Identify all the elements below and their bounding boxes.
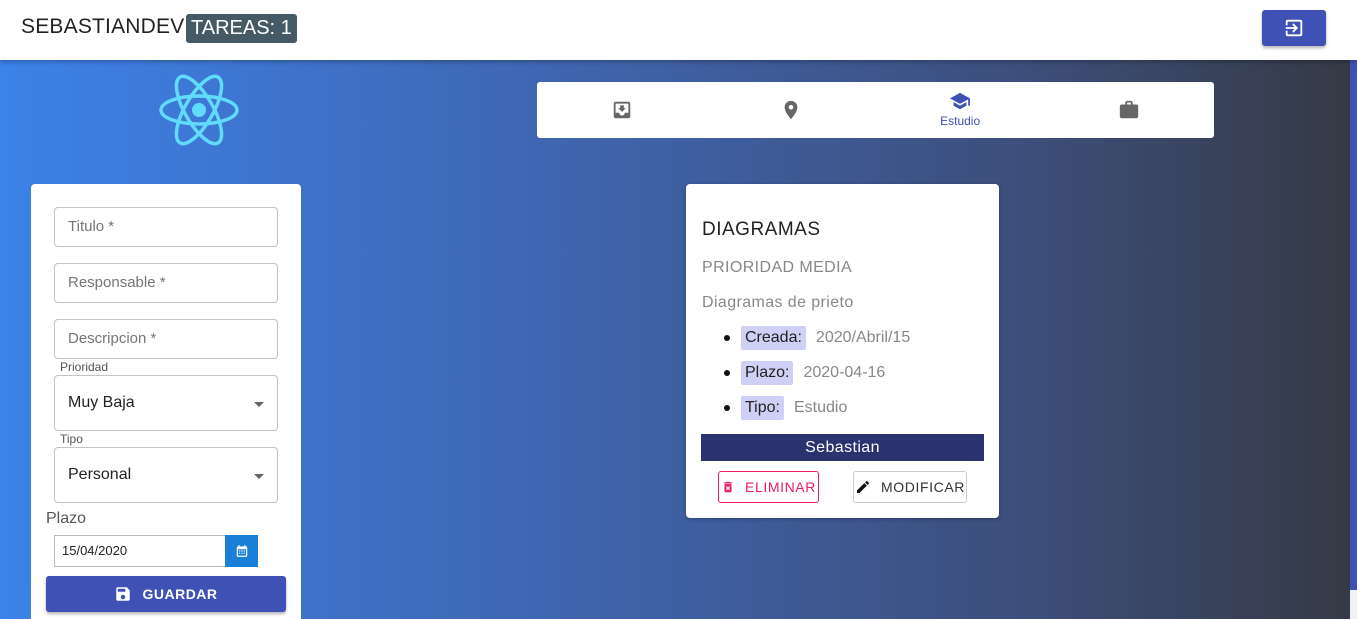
dropdown-arrow-icon (254, 402, 264, 407)
delete-icon (723, 481, 733, 493)
list-item: Tipo: Estudio (724, 396, 847, 420)
pencil-icon (857, 480, 870, 493)
react-logo-icon (159, 74, 239, 146)
priority-select[interactable]: Muy Baja (54, 375, 278, 431)
calendar-button[interactable] (225, 535, 258, 567)
description-input[interactable]: Descripcion * (54, 319, 278, 359)
tab-label: Estudio (940, 114, 981, 128)
inbox-icon (613, 101, 630, 119)
responsible-input[interactable]: Responsable * (54, 263, 278, 303)
delete-label: ELIMINAR (745, 479, 816, 495)
logout-icon (1285, 19, 1303, 37)
tab-work[interactable] (1045, 82, 1214, 138)
brand-title: SEBASTIANDEV (21, 15, 185, 38)
list-item: Creada: 2020/Abril/15 (724, 326, 910, 350)
type-value: Personal (68, 466, 132, 483)
priority-value: Muy Baja (68, 394, 135, 411)
detail-label: Plazo: (741, 361, 794, 385)
floppy-disk-icon (116, 587, 131, 601)
type-label: Tipo (56, 432, 87, 446)
modify-button[interactable]: MODIFICAR (853, 471, 967, 503)
calendar-icon (236, 545, 247, 557)
deadline-label: Plazo (46, 510, 87, 527)
task-title: DIAGRAMAS (702, 219, 821, 240)
scrollbar-thumb[interactable] (1350, 60, 1357, 590)
map-pin-icon (784, 100, 798, 120)
graduation-cap-icon (950, 92, 971, 110)
delete-button[interactable]: ELIMINAR (718, 471, 819, 503)
bullet (724, 370, 730, 376)
app-bar: SEBASTIANDEV TAREAS: 1 (0, 0, 1357, 60)
logout-button[interactable] (1262, 10, 1326, 46)
category-tabs: Estudio (537, 82, 1214, 138)
task-owner: Sebastian (701, 434, 984, 461)
task-form: Titulo * Responsable * Descripcion * Muy… (31, 184, 301, 619)
priority-label: Prioridad (56, 360, 113, 374)
modify-label: MODIFICAR (881, 479, 965, 495)
tab-places[interactable] (706, 82, 875, 138)
task-card: DIAGRAMAS PRIORIDAD MEDIA Diagramas de p… (686, 184, 999, 518)
list-item: Plazo: 2020-04-16 (724, 361, 885, 385)
task-priority: PRIORIDAD MEDIA (702, 259, 853, 276)
task-description: Diagramas de prieto (702, 294, 854, 311)
briefcase-icon (1120, 100, 1139, 119)
task-count-badge: TAREAS: 1 (186, 14, 297, 43)
bullet (724, 335, 730, 341)
save-button[interactable]: GUARDAR (46, 576, 286, 612)
detail-value: 2020-04-16 (803, 364, 886, 381)
title-input[interactable]: Titulo * (54, 207, 278, 247)
type-select[interactable]: Personal (54, 447, 278, 503)
title-placeholder: Titulo * (68, 218, 115, 235)
tab-inbox[interactable] (537, 82, 706, 138)
dropdown-arrow-icon (254, 474, 264, 479)
save-label: GUARDAR (142, 586, 218, 602)
detail-label: Tipo: (741, 396, 784, 420)
detail-label: Creada: (741, 326, 806, 350)
description-placeholder: Descripcion * (68, 330, 157, 347)
detail-value: Estudio (793, 399, 848, 416)
deadline-date-input[interactable]: 15/04/2020 (54, 535, 226, 567)
tab-estudio[interactable]: Estudio (876, 82, 1045, 138)
responsible-placeholder: Responsable * (68, 274, 166, 291)
bullet (724, 405, 730, 411)
detail-value: 2020/Abril/15 (815, 329, 911, 346)
